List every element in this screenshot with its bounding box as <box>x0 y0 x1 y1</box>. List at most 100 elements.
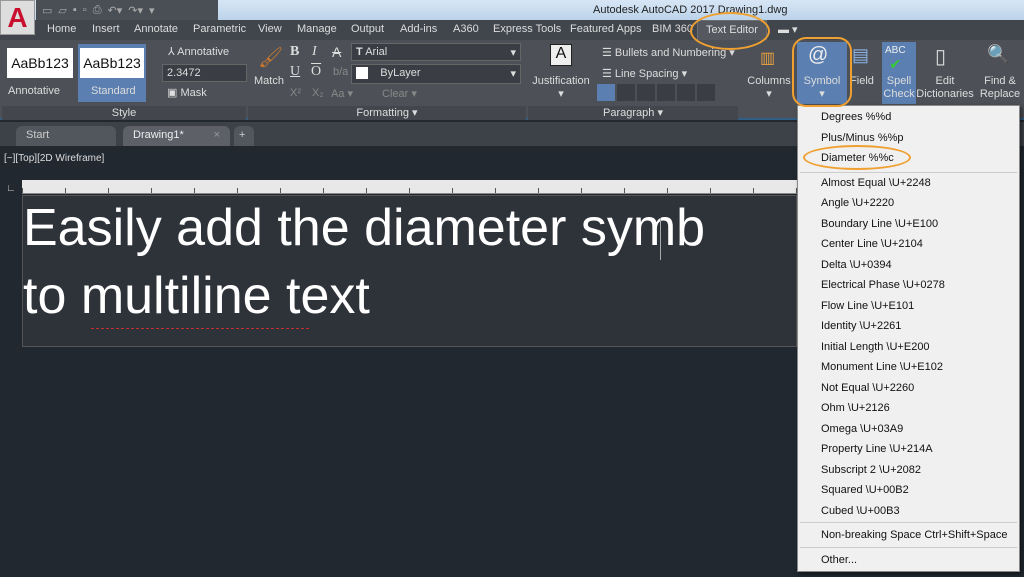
ucs-icon: ∟ <box>6 183 16 194</box>
superscript-button[interactable]: X² <box>290 87 301 99</box>
match-button[interactable]: Match <box>254 75 284 87</box>
symbol-menu-item[interactable]: Initial Length \U+E200 <box>821 341 930 353</box>
align-center-button[interactable] <box>637 84 655 101</box>
symbol-menu-item[interactable]: Delta \U+0394 <box>821 259 892 271</box>
find-replace-icon: 🔍 <box>987 44 1010 64</box>
new-tab-button[interactable]: + <box>234 126 254 146</box>
mtext-editor[interactable]: Easily add the diameter symb to multilin… <box>22 195 797 347</box>
alignment-buttons <box>597 84 715 101</box>
ruler[interactable] <box>22 180 797 194</box>
justification-button[interactable]: Justification ▾ <box>530 75 592 101</box>
tab-start[interactable]: Start <box>16 126 116 146</box>
paragraph-panel-title[interactable]: Paragraph ▾ <box>528 106 738 120</box>
menu-separator <box>800 172 1017 173</box>
tab-view[interactable]: View <box>258 23 282 35</box>
symbol-menu-item[interactable]: Omega \U+03A9 <box>821 423 903 435</box>
symbol-menu-item[interactable]: Flow Line \U+E101 <box>821 300 914 312</box>
tab-home[interactable]: Home <box>47 23 76 35</box>
line-spacing-label: Line Spacing ▾ <box>614 68 688 80</box>
style-swatch-standard[interactable]: AaBb123 <box>80 48 144 78</box>
window-title: Autodesk AutoCAD 2017 Drawing1.dwg <box>593 4 788 16</box>
symbol-menu-item[interactable]: Electrical Phase \U+0278 <box>821 279 945 291</box>
style-annotative-label: Annotative <box>8 85 60 97</box>
redo-icon[interactable]: ↷▾ <box>128 4 143 17</box>
symbol-menu-item[interactable]: Almost Equal \U+2248 <box>821 177 931 189</box>
annotative-toggle[interactable]: ⅄ Annotative <box>168 45 229 58</box>
text-line-1: Easily add the diameter symb <box>23 199 706 257</box>
symbol-menu-item[interactable]: Center Line \U+2104 <box>821 238 923 250</box>
clear-button[interactable]: Clear ▾ <box>382 87 417 100</box>
symbol-menu-item[interactable]: Degrees %%d <box>821 111 891 123</box>
symbol-menu-item[interactable]: Cubed \U+00B3 <box>821 505 900 517</box>
print-icon[interactable]: ⎙ <box>93 4 102 17</box>
subscript-button[interactable]: X₂ <box>312 87 324 99</box>
change-case-button[interactable]: Aa ▾ <box>331 87 353 100</box>
stack-button[interactable]: b/a <box>333 66 348 78</box>
undo-icon[interactable]: ↶▾ <box>108 4 123 17</box>
align-left-button[interactable] <box>617 84 635 101</box>
new-icon[interactable]: ▭ <box>42 4 52 17</box>
panel-toggle-icon[interactable]: ▬ ▾ <box>778 23 798 36</box>
underline-button[interactable]: U <box>290 64 300 80</box>
viewport-controls[interactable]: [−][Top][2D Wireframe] <box>4 153 104 164</box>
open-icon[interactable]: ▱ <box>58 4 66 17</box>
justify-button[interactable] <box>677 84 695 101</box>
symbol-menu-item[interactable]: Boundary Line \U+E100 <box>821 218 938 230</box>
find-replace-button[interactable]: Find & Replace <box>978 75 1022 101</box>
tab-drawing1[interactable]: Drawing1* × <box>123 126 230 146</box>
field-icon: ▤ <box>852 45 870 65</box>
symbol-menu-item[interactable]: Squared \U+00B2 <box>821 484 909 496</box>
align-right-button[interactable] <box>657 84 675 101</box>
tab-addins[interactable]: Add-ins <box>400 23 437 35</box>
symbol-menu-item[interactable]: Subscript 2 \U+2082 <box>821 464 921 476</box>
italic-button[interactable]: I <box>312 44 317 60</box>
tab-output[interactable]: Output <box>351 23 384 35</box>
drawing-tab-label: Drawing1* <box>133 129 184 141</box>
tab-insert[interactable]: Insert <box>92 23 120 35</box>
overline-button[interactable]: O <box>311 64 321 80</box>
symbol-menu-item[interactable]: Angle \U+2220 <box>821 197 894 209</box>
columns-button[interactable]: Columns ▾ <box>745 75 793 101</box>
text-height-input[interactable]: 2.3472 <box>162 64 247 82</box>
font-dropdown[interactable]: T Arial ▾ <box>351 43 521 61</box>
save-icon[interactable]: ▪ <box>73 4 77 16</box>
field-button[interactable]: Field <box>848 75 876 88</box>
justification-icon: A <box>550 44 572 66</box>
color-dropdown[interactable]: ByLayer ▾ <box>351 64 521 84</box>
edit-dictionaries-button[interactable]: Edit Dictionaries <box>916 75 974 101</box>
bold-button[interactable]: B <box>290 44 299 60</box>
spell-check-label: Spell Check <box>883 75 915 100</box>
style-swatch-annotative[interactable]: AaBb123 <box>7 48 73 78</box>
saveas-icon[interactable]: ▫ <box>83 4 87 16</box>
truetype-icon: T <box>356 46 363 58</box>
formatting-panel-title[interactable]: Formatting ▾ <box>248 106 526 120</box>
tab-express-tools[interactable]: Express Tools <box>493 23 561 35</box>
tab-a360[interactable]: A360 <box>453 23 479 35</box>
tab-bim360[interactable]: BIM 360 <box>652 23 693 35</box>
symbol-menu-item[interactable]: Property Line \U+214A <box>821 443 933 455</box>
symbol-menu-item[interactable]: Monument Line \U+E102 <box>821 361 943 373</box>
symbol-menu-item[interactable]: Other... <box>821 554 857 566</box>
align-default-button[interactable] <box>597 84 615 101</box>
distribute-button[interactable] <box>697 84 715 101</box>
close-tab-icon[interactable]: × <box>214 129 220 141</box>
symbol-menu-item[interactable]: Plus/Minus %%p <box>821 132 904 144</box>
spelling-underline <box>91 328 309 329</box>
tab-parametric[interactable]: Parametric <box>193 23 246 35</box>
symbol-menu-item[interactable]: Identity \U+2261 <box>821 320 901 332</box>
annotative-label: Annotative <box>177 46 230 58</box>
quick-access-toolbar[interactable]: ▭ ▱ ▪ ▫ ⎙ ↶▾ ↷▾ ▾ <box>36 0 218 20</box>
symbol-menu-item[interactable]: Not Equal \U+2260 <box>821 382 914 394</box>
tab-annotate[interactable]: Annotate <box>134 23 178 35</box>
symbol-menu-item[interactable]: Non-breaking Space Ctrl+Shift+Space <box>821 529 1008 541</box>
application-menu-button[interactable]: A <box>0 0 35 35</box>
strikethrough-button[interactable]: A <box>332 44 341 60</box>
symbol-menu-item[interactable]: Ohm \U+2126 <box>821 402 890 414</box>
mask-button[interactable]: ▣ Mask <box>167 86 207 99</box>
tab-featured-apps[interactable]: Featured Apps <box>570 23 642 35</box>
highlight-symbol <box>792 37 852 107</box>
customize-icon[interactable]: ▾ <box>149 4 155 17</box>
style-panel-title: Style <box>2 106 246 120</box>
line-spacing-button[interactable]: ☰ Line Spacing ▾ <box>602 67 687 80</box>
tab-manage[interactable]: Manage <box>297 23 337 35</box>
